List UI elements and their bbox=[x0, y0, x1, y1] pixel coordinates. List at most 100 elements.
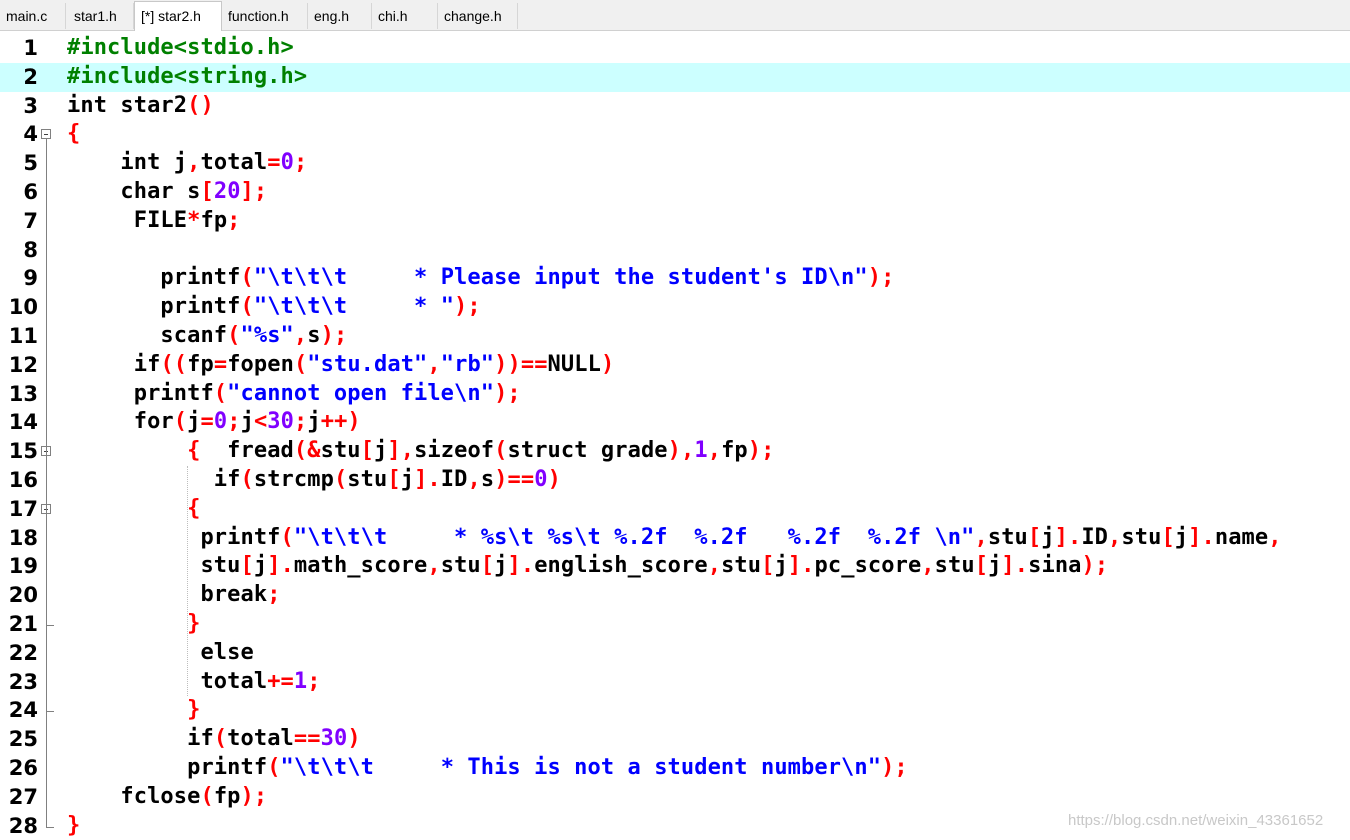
line-number: 6 bbox=[23, 180, 38, 204]
code-line[interactable]: 13 printf("cannot open file\n"); bbox=[0, 380, 1350, 409]
code-token: FILE bbox=[67, 207, 188, 233]
code-token: ) bbox=[547, 467, 561, 492]
fold-end-marker bbox=[46, 817, 54, 828]
code-line[interactable]: 11 scanf("%s",s); bbox=[0, 322, 1350, 351]
code-token: ; bbox=[294, 409, 308, 435]
code-token: ); bbox=[1081, 553, 1109, 579]
code-line[interactable]: 9 printf("\t\t\t * Please input the stud… bbox=[0, 264, 1350, 293]
line-number: 4 bbox=[23, 122, 38, 147]
code-token: < bbox=[253, 409, 268, 435]
code-token: pc_score bbox=[814, 553, 922, 579]
code-token: } bbox=[187, 611, 201, 636]
code-token: struct bbox=[507, 438, 588, 464]
line-number: 3 bbox=[23, 93, 38, 118]
code-token: j bbox=[494, 553, 508, 579]
code-line[interactable]: 7 FILE*fp; bbox=[0, 207, 1350, 236]
code-token: 1 bbox=[293, 668, 308, 694]
line-number: 10 bbox=[8, 295, 38, 320]
code-line[interactable]: 24 } bbox=[0, 696, 1350, 725]
code-text: { bbox=[67, 495, 200, 524]
line-number: 8 bbox=[23, 237, 38, 262]
code-line[interactable]: 1 #include<stdio.h> bbox=[0, 34, 1350, 63]
tab-chi-h[interactable]: chi.h bbox=[372, 3, 438, 29]
line-number: 12 bbox=[8, 352, 38, 377]
code-token: stu bbox=[67, 553, 241, 579]
code-token: total bbox=[67, 668, 268, 694]
code-token: fp bbox=[213, 783, 241, 809]
code-token: { bbox=[187, 438, 201, 464]
code-token: ], bbox=[387, 438, 415, 464]
tab-function-h[interactable]: function.h bbox=[222, 3, 308, 29]
fold-toggle-icon[interactable] bbox=[41, 129, 51, 140]
code-line[interactable]: 10 printf("\t\t\t * "); bbox=[0, 293, 1350, 322]
fold-end-marker bbox=[46, 616, 54, 626]
code-token: stu bbox=[320, 438, 361, 464]
code-token: if bbox=[187, 726, 214, 752]
code-token: (& bbox=[293, 438, 321, 464]
code-line[interactable]: 19 stu[j].math_score,stu[j].english_scor… bbox=[0, 552, 1350, 581]
code-line[interactable]: 14 for(j=0;j<30;j++) bbox=[0, 408, 1350, 437]
code-token: fclose bbox=[67, 783, 201, 809]
code-line[interactable]: 26 printf("\t\t\t * This is not a studen… bbox=[0, 754, 1350, 783]
code-token: ); bbox=[881, 755, 908, 780]
code-text: } bbox=[67, 696, 200, 725]
tab-main-c[interactable]: main.c bbox=[0, 3, 66, 29]
code-text: fclose(fp); bbox=[67, 783, 267, 812]
code-token: int bbox=[67, 92, 108, 118]
tab-star2-h[interactable]: [*] star2.h bbox=[134, 1, 222, 31]
code-line[interactable]: 4{ bbox=[0, 120, 1350, 149]
code-line[interactable]: 12 if((fp=fopen("stu.dat","rb"))==NULL) bbox=[0, 351, 1350, 380]
tab-change-h[interactable]: change.h bbox=[438, 3, 518, 29]
code-line[interactable]: 18 printf("\t\t\t * %s\t %s\t %.2f %.2f … bbox=[0, 524, 1350, 553]
code-token: "cannot open file\n" bbox=[227, 380, 495, 406]
code-line[interactable]: 23 total+=1; bbox=[0, 668, 1350, 697]
line-number: 18 bbox=[8, 525, 38, 550]
line-number: 9 bbox=[23, 266, 38, 291]
code-token: j bbox=[774, 553, 788, 579]
code-text: } bbox=[67, 812, 80, 840]
code-line[interactable]: 15 { fread(&stu[j],sizeof(struct grade),… bbox=[0, 437, 1350, 466]
line-number: 5 bbox=[23, 151, 38, 176]
code-token: ( bbox=[494, 438, 508, 464]
code-token: ); bbox=[867, 265, 895, 291]
code-line[interactable]: 27 fclose(fp); bbox=[0, 783, 1350, 812]
code-token: fp bbox=[200, 207, 228, 233]
code-line[interactable]: 16 if(strcmp(stu[j].ID,s)==0) bbox=[0, 466, 1350, 495]
code-token: "stu.dat" bbox=[307, 351, 428, 377]
code-token: ); bbox=[494, 380, 521, 406]
code-text: printf("cannot open file\n"); bbox=[67, 380, 521, 409]
code-token: ( bbox=[173, 409, 188, 435]
code-token: NULL bbox=[547, 351, 601, 377]
code-token: sina bbox=[1028, 553, 1082, 579]
line-number: 26 bbox=[8, 756, 38, 780]
code-line[interactable]: 22 else bbox=[0, 639, 1350, 668]
code-token: ( bbox=[240, 265, 254, 291]
code-token: , bbox=[707, 553, 722, 579]
line-number: 27 bbox=[8, 784, 38, 809]
code-token: break bbox=[200, 582, 268, 608]
code-token: strcmp bbox=[253, 467, 334, 492]
code-line[interactable]: 5 int j,total=0; bbox=[0, 149, 1350, 178]
code-token: [ bbox=[387, 467, 401, 492]
code-line[interactable]: 6 char s[20]; bbox=[0, 178, 1350, 207]
code-line[interactable]: 21 } bbox=[0, 610, 1350, 639]
code-editor[interactable]: 1 #include<stdio.h> 2 #include<string.h> 3 in… bbox=[0, 31, 1350, 840]
code-token: ; bbox=[293, 150, 308, 176]
code-line[interactable]: 25 if(total==30) bbox=[0, 725, 1350, 754]
code-token: ); bbox=[747, 438, 775, 464]
tab-eng-h[interactable]: eng.h bbox=[308, 3, 372, 29]
code-line[interactable]: 17 { bbox=[0, 495, 1350, 524]
code-line[interactable]: 3 int star2() bbox=[0, 92, 1350, 121]
code-line[interactable]: 20 break; bbox=[0, 581, 1350, 610]
code-text: } bbox=[67, 610, 200, 639]
tab-star1-h[interactable]: star1.h bbox=[68, 3, 134, 29]
code-line[interactable]: 2 #include<string.h> bbox=[0, 62, 1350, 92]
code-token: fp bbox=[721, 438, 748, 464]
code-token: ID bbox=[440, 467, 468, 492]
code-text: stu[j].math_score,stu[j].english_score,s… bbox=[67, 552, 1108, 581]
code-line[interactable]: 8 bbox=[0, 236, 1350, 265]
code-text: printf("\t\t\t * This is not a student n… bbox=[67, 754, 908, 783]
